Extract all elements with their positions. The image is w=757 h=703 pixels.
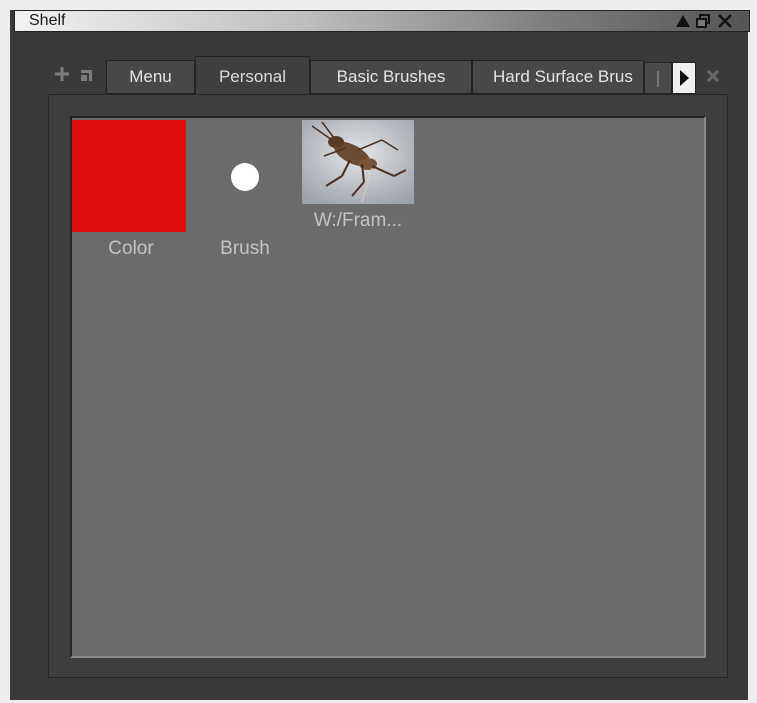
tab-menu[interactable]: Menu xyxy=(106,60,195,94)
shelf-item-color[interactable]: Color xyxy=(72,118,186,264)
shelf-item-brush[interactable]: Brush xyxy=(190,118,300,264)
tab-hard-surface-brushes[interactable]: Hard Surface Brus xyxy=(472,60,644,94)
float-icon[interactable] xyxy=(695,13,711,29)
collapse-icon[interactable] xyxy=(675,13,691,29)
close-icon[interactable] xyxy=(717,13,733,29)
tab-basic-brushes[interactable]: Basic Brushes xyxy=(310,60,472,94)
shelf-content-area: Color Brush W:/Fram... xyxy=(70,116,706,658)
arrow-right-icon[interactable] xyxy=(672,62,696,94)
brush-dot-icon xyxy=(231,163,259,191)
shelf-item-label: Color xyxy=(108,238,154,259)
plus-icon[interactable] xyxy=(55,65,69,86)
shelf-item-label: Brush xyxy=(220,238,270,259)
color-swatch xyxy=(72,120,186,232)
shelf-item-label: W:/Fram... xyxy=(313,210,403,231)
tab-personal[interactable]: Personal xyxy=(195,56,310,96)
panel-title: Shelf xyxy=(29,12,66,29)
shelf-item-image[interactable]: W:/Fram... xyxy=(302,120,414,240)
tab-scroll-left-area xyxy=(644,62,672,94)
panel-menu-icon[interactable] xyxy=(80,66,94,87)
title-bar[interactable]: Shelf xyxy=(14,10,750,32)
x-icon[interactable] xyxy=(706,69,720,88)
insect-thumbnail-icon xyxy=(302,120,414,204)
